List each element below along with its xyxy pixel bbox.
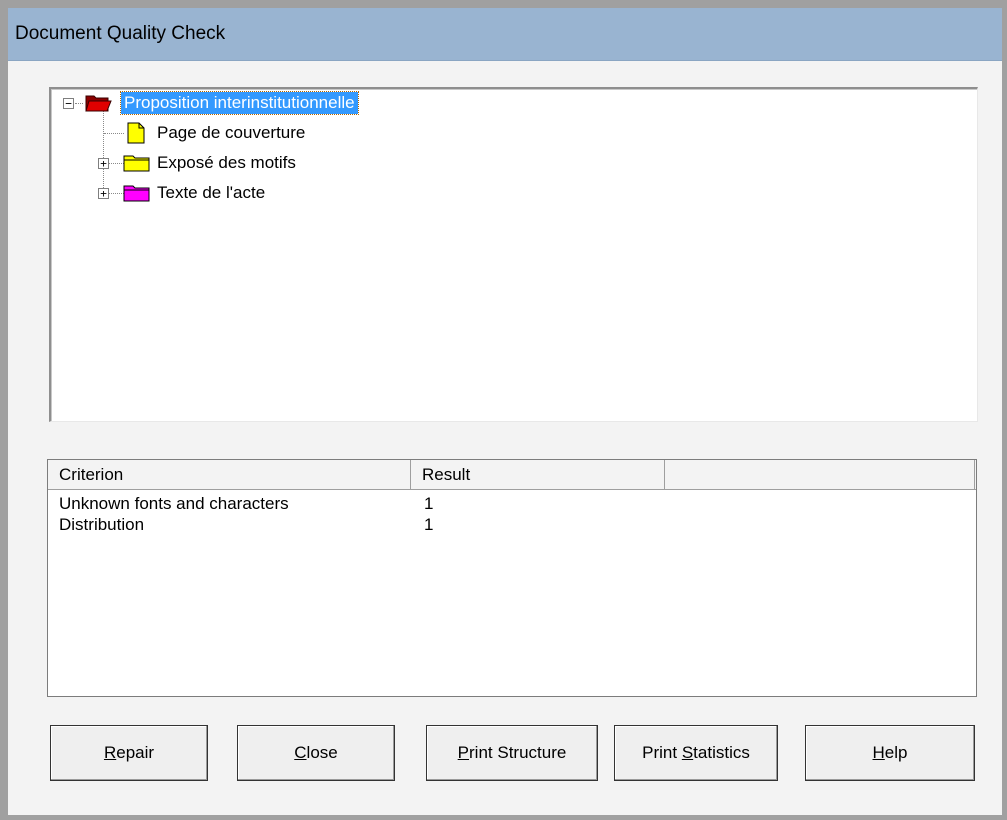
button-label: Print <box>642 743 682 762</box>
expand-icon[interactable]: + <box>98 188 109 199</box>
magenta-folder-icon <box>123 183 151 208</box>
button-label: elp <box>884 743 908 762</box>
tree-item-texte-de-lacte[interactable]: Texte de l'acte <box>154 181 268 205</box>
button-label: rint Structure <box>469 743 567 762</box>
yellow-document-icon <box>127 122 145 149</box>
print-structure-button[interactable]: Print Structure <box>426 725 598 781</box>
tree-connector-vertical <box>103 109 104 192</box>
dialog-window: Document Quality Check − Proposition int… <box>0 0 1007 820</box>
button-label: tatistics <box>693 743 750 762</box>
help-button[interactable]: Help <box>805 725 975 781</box>
close-button[interactable]: Close <box>237 725 395 781</box>
button-label: lose <box>306 743 338 762</box>
tree-item-root-label[interactable]: Proposition interinstitutionnelle <box>120 91 359 115</box>
tree-item-label: Page de couverture <box>157 123 306 142</box>
mnemonic: S <box>681 743 694 762</box>
column-header-criterion[interactable]: Criterion <box>48 460 411 489</box>
button-label: epair <box>116 743 155 762</box>
column-header-result[interactable]: Result <box>411 460 665 489</box>
window-title: Document Quality Check <box>15 23 226 44</box>
criterion-cell: Unknown fonts and characters <box>59 494 289 513</box>
result-cell: 1 <box>424 494 434 513</box>
table-row[interactable]: Unknown fonts and characters 1 <box>48 494 974 514</box>
dialog-client-area: − Proposition interinstitutionnelle Page… <box>8 61 1002 815</box>
tree-connector <box>104 133 124 134</box>
column-header-empty[interactable] <box>665 460 975 489</box>
repair-button[interactable]: Repair <box>50 725 208 781</box>
mnemonic: H <box>872 743 885 762</box>
table-row[interactable]: Distribution 1 <box>48 515 974 535</box>
red-folder-open-icon <box>85 93 113 118</box>
collapse-icon[interactable]: − <box>63 98 74 109</box>
criterion-cell: Distribution <box>59 515 145 534</box>
list-header: Criterion Result <box>48 460 976 490</box>
tree-item-expose-des-motifs[interactable]: Exposé des motifs <box>154 151 299 175</box>
tree-connector <box>75 103 83 104</box>
mnemonic: C <box>294 743 307 762</box>
title-bar[interactable]: Document Quality Check <box>8 8 1002 61</box>
yellow-folder-icon <box>123 153 151 178</box>
print-statistics-button[interactable]: Print Statistics <box>614 725 778 781</box>
document-structure-tree[interactable]: − Proposition interinstitutionnelle Page… <box>49 87 978 422</box>
results-list[interactable]: Criterion Result Unknown fonts and chara… <box>47 459 977 697</box>
tree-item-label: Texte de l'acte <box>157 183 266 202</box>
tree-item-cover-page[interactable]: Page de couverture <box>154 121 308 145</box>
mnemonic: P <box>457 743 470 762</box>
expand-icon[interactable]: + <box>98 158 109 169</box>
mnemonic: R <box>103 743 117 762</box>
result-cell: 1 <box>424 515 434 534</box>
tree-item-label: Exposé des motifs <box>157 153 296 172</box>
